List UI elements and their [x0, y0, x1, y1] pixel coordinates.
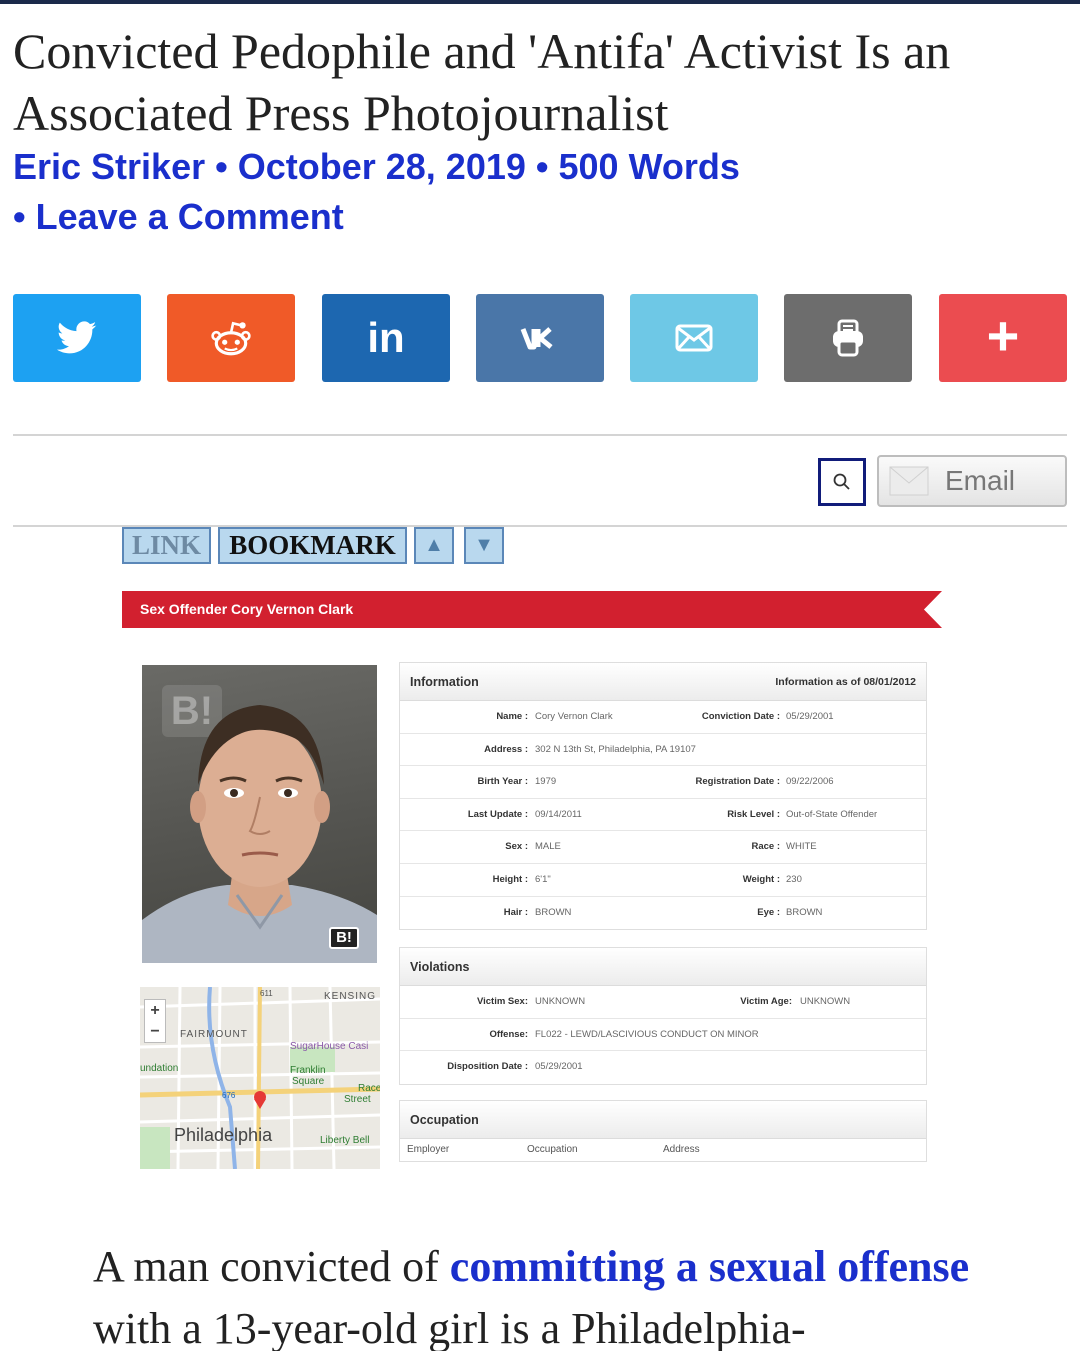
- occupation-columns: Employer Occupation Address: [400, 1139, 926, 1161]
- date-link[interactable]: October 28, 2019: [238, 146, 526, 187]
- reddit-alien-icon: [211, 321, 251, 356]
- violation-row: Offense: FL022 - LEWD/LASCIVIOUS CONDUCT …: [400, 1019, 926, 1052]
- article-body-paragraph: A man convicted of committing a sexual o…: [93, 1242, 970, 1351]
- leave-comment-link[interactable]: Leave a Comment: [36, 196, 344, 237]
- info-row: Address :302 N 13th St, Philadelphia, PA…: [400, 734, 926, 767]
- map-label: Square: [292, 1076, 325, 1087]
- share-bar: in +: [13, 294, 1067, 382]
- info-row: Height :6'1" Weight :230: [400, 864, 926, 897]
- byline-separator: •: [205, 146, 238, 187]
- envelope-icon: [675, 324, 713, 352]
- map-label: FAIRMOUNT: [180, 1029, 248, 1040]
- sexual-offense-link[interactable]: committing a sexual offense: [450, 1242, 969, 1291]
- link-button[interactable]: LINK: [122, 527, 211, 564]
- panel-heading: Violations: [400, 948, 926, 986]
- share-more-button[interactable]: +: [939, 294, 1067, 382]
- map-label: Philadelphia: [174, 1125, 273, 1145]
- person-portrait: [142, 705, 377, 963]
- email-button[interactable]: Email: [877, 455, 1067, 507]
- word-count: 500 Words: [558, 146, 740, 187]
- map-label: 611: [260, 989, 273, 998]
- info-row: Name : Cory Vernon Clark Conviction Date :…: [400, 701, 926, 734]
- info-row: Sex : MALE Race : WHITE: [400, 831, 926, 864]
- top-rule: [0, 0, 1080, 4]
- twitter-bird-icon: [57, 321, 97, 354]
- divider: [13, 434, 1067, 436]
- occupation-panel: Occupation Employer Occupation Address: [399, 1100, 927, 1162]
- violations-panel: Violations Victim Sex: UNKNOWN Victim Age:…: [399, 947, 927, 1085]
- panel-heading: Occupation: [400, 1101, 926, 1139]
- map-label: 676: [222, 1091, 236, 1100]
- share-print-button[interactable]: [784, 294, 912, 382]
- column-header: Occupation: [527, 1144, 578, 1155]
- byline: Eric Striker • October 28, 2019 • 500 Wo…: [13, 142, 1063, 242]
- up-arrow-button[interactable]: ▲: [414, 527, 454, 564]
- map-zoom-in-button[interactable]: +: [145, 1000, 165, 1021]
- map-zoom-control[interactable]: + −: [144, 999, 166, 1043]
- info-as-of: Information as of 08/01/2012: [775, 676, 916, 688]
- column-header: Address: [663, 1144, 700, 1155]
- info-row: Last Update :09/14/2011 Risk Level : Out-o…: [400, 799, 926, 832]
- author-link[interactable]: Eric Striker: [13, 146, 205, 187]
- down-arrow-button[interactable]: ▼: [464, 527, 504, 564]
- panel-heading: Information Information as of 08/01/2012: [400, 663, 926, 701]
- map-label: SugarHouse Casi: [290, 1041, 369, 1052]
- vk-icon: [520, 325, 560, 351]
- map-zoom-out-button[interactable]: −: [145, 1021, 165, 1042]
- map-label: Street: [344, 1094, 371, 1105]
- share-email-button[interactable]: [630, 294, 758, 382]
- printer-icon: [833, 319, 863, 357]
- violation-row: Victim Sex: UNKNOWN Victim Age: UNKNOWN: [400, 986, 926, 1019]
- map-label: undation: [140, 1063, 179, 1074]
- article-title: Convicted Pedophile and 'Antifa' Activis…: [13, 23, 951, 141]
- offender-banner: Sex Offender Cory Vernon Clark: [122, 591, 942, 628]
- byline-separator: •: [13, 196, 36, 237]
- information-panel: Information Information as of 08/01/2012…: [399, 662, 927, 931]
- map-label: Race: [358, 1083, 380, 1094]
- embedded-screenshot: LINK BOOKMARK ▲ ▼ Sex Offender Cory Vern…: [122, 527, 952, 1169]
- map-label: Liberty Bell: [320, 1135, 370, 1146]
- search-button[interactable]: [818, 458, 866, 506]
- offender-banner-title: Sex Offender Cory Vernon Clark: [140, 601, 354, 617]
- info-row: Hair : BROWN Eye : BROWN: [503, 906, 823, 918]
- violation-row: Disposition Date :05/29/2001: [447, 1061, 583, 1073]
- share-reddit-button[interactable]: [167, 294, 295, 382]
- mugshot-photo: B! B!: [142, 665, 377, 963]
- share-twitter-button[interactable]: [13, 294, 141, 382]
- map-label: KENSING: [324, 991, 377, 1002]
- magnifier-icon: [833, 473, 850, 490]
- bookmark-button[interactable]: BOOKMARK: [218, 527, 407, 564]
- linkedin-icon: in: [367, 314, 405, 361]
- plus-icon: +: [986, 304, 1020, 367]
- location-map[interactable]: + − KENSING FAIRMOUNT SugarHouse Casi und…: [140, 987, 380, 1169]
- info-row: Birth Year :1979 Registration Date :09/22…: [400, 766, 926, 799]
- share-linkedin-button[interactable]: in: [322, 294, 450, 382]
- watermark-logo-small: B!: [329, 927, 359, 949]
- share-vk-button[interactable]: [476, 294, 604, 382]
- byline-separator: •: [525, 146, 559, 187]
- email-button-label: Email: [945, 465, 1016, 496]
- envelope-icon: [889, 466, 929, 496]
- map-label: Franklin: [290, 1065, 326, 1076]
- column-header: Employer: [407, 1144, 450, 1155]
